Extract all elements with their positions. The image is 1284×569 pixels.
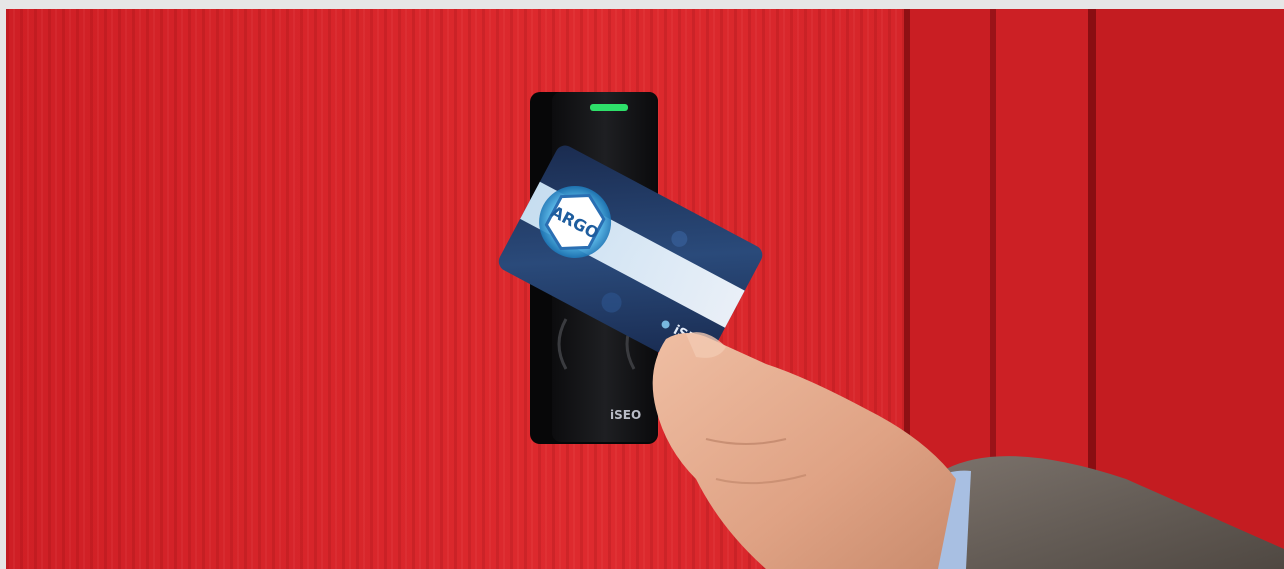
photo-frame: iSEO ARGO iSEO: [6, 9, 1284, 569]
status-led: [590, 104, 628, 111]
photo-scene: iSEO ARGO iSEO: [6, 9, 1284, 569]
reader-brand-text: iSEO: [610, 408, 641, 422]
